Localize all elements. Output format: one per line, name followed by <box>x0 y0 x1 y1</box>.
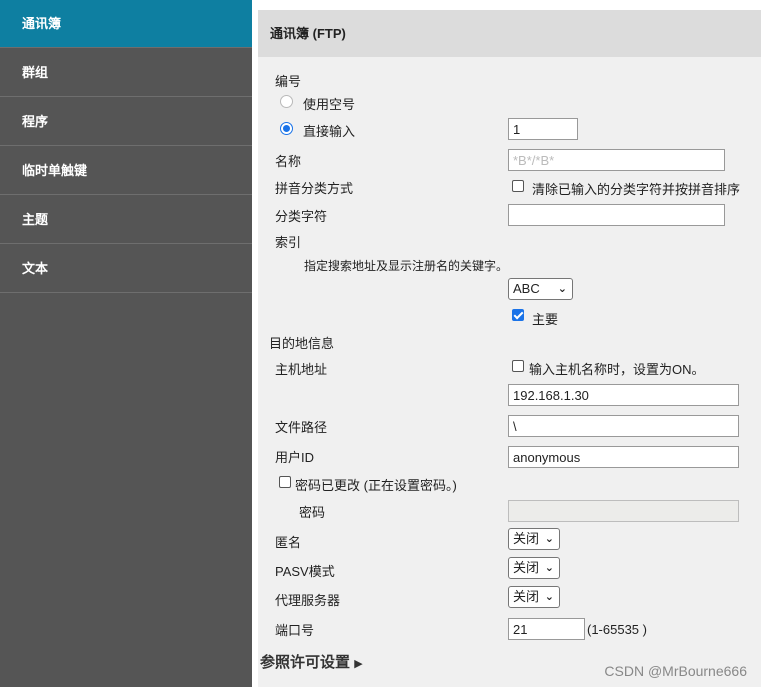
proxy-label: 代理服务器 <box>275 593 341 608</box>
pasv-select[interactable]: 关闭 ⌄ <box>508 557 560 579</box>
chevron-down-icon: ⌄ <box>544 533 554 545</box>
anonymous-select[interactable]: 关闭 ⌄ <box>508 528 560 550</box>
password-changed-checkbox[interactable] <box>279 476 291 488</box>
sidebar-item-one-touch-keys[interactable]: 临时单触键 <box>0 147 252 195</box>
index-hint: 指定搜索地址及显示注册名的关键字。 <box>304 259 509 273</box>
proxy-select-value: 关闭 <box>513 589 540 604</box>
sidebar-item-subject[interactable]: 主题 <box>0 196 252 244</box>
port-input[interactable] <box>508 618 585 640</box>
password-input[interactable] <box>508 500 739 522</box>
main-content: 通讯簿 (FTP) 编号 使用空号 直接输入 名称 拼音分类方式 清除已输入的分… <box>252 0 761 687</box>
pinyin-label: 拼音分类方式 <box>275 181 354 196</box>
chevron-down-icon: ⌄ <box>544 562 554 574</box>
triangle-right-icon: ▶ <box>354 658 363 670</box>
password-label: 密码 <box>299 505 326 520</box>
panel-title: 通讯簿 (FTP) <box>258 10 761 57</box>
reference-permission-link[interactable]: 参照许可设置 ▶ <box>260 651 363 672</box>
clear-and-sort-checkbox[interactable] <box>512 180 524 192</box>
port-range-hint: (1-65535 ) <box>587 622 647 637</box>
direct-input-radio[interactable] <box>280 122 293 135</box>
sidebar-item-programs[interactable]: 程序 <box>0 98 252 146</box>
name-input[interactable] <box>508 149 725 171</box>
pasv-label: PASV模式 <box>275 564 335 579</box>
password-changed-label: 密码已更改 (正在设置密码。) <box>295 478 457 493</box>
user-id-input[interactable] <box>508 446 739 468</box>
index-label: 索引 <box>275 235 302 250</box>
use-empty-number-label: 使用空号 <box>303 97 356 112</box>
anonymous-label: 匿名 <box>275 535 302 550</box>
ftp-form-panel: 通讯簿 (FTP) 编号 使用空号 直接输入 名称 拼音分类方式 清除已输入的分… <box>258 10 761 687</box>
destination-section-label: 目的地信息 <box>269 336 335 351</box>
main-checkbox-label: 主要 <box>532 312 559 327</box>
host-label: 主机地址 <box>275 362 328 377</box>
sidebar-item-address-book[interactable]: 通讯簿 <box>0 0 252 48</box>
direct-input-label: 直接输入 <box>303 124 356 139</box>
use-empty-number-radio[interactable] <box>280 95 293 108</box>
main-checkbox[interactable] <box>512 309 524 321</box>
chevron-down-icon: ⌄ <box>557 283 567 295</box>
reference-permission-label: 参照许可设置 <box>260 654 351 671</box>
index-select[interactable]: ABC ⌄ <box>508 278 573 300</box>
hostname-checkbox[interactable] <box>512 360 524 372</box>
sidebar-item-groups[interactable]: 群组 <box>0 49 252 97</box>
hostname-checkbox-label: 输入主机名称时，设置为ON。 <box>529 362 705 377</box>
sidebar-item-text[interactable]: 文本 <box>0 245 252 293</box>
number-label: 编号 <box>275 74 302 89</box>
host-input[interactable] <box>508 384 739 406</box>
number-input[interactable] <box>508 118 578 140</box>
pasv-select-value: 关闭 <box>513 560 540 575</box>
name-label: 名称 <box>275 154 302 169</box>
watermark: CSDN @MrBourne666 <box>604 663 747 679</box>
anonymous-select-value: 关闭 <box>513 531 540 546</box>
path-label: 文件路径 <box>275 420 328 435</box>
index-select-value: ABC <box>513 281 540 296</box>
path-input[interactable] <box>508 415 739 437</box>
user-id-label: 用户ID <box>275 450 315 465</box>
port-label: 端口号 <box>275 623 315 638</box>
category-label: 分类字符 <box>275 209 328 224</box>
category-input[interactable] <box>508 204 725 226</box>
sidebar: 通讯簿 群组 程序 临时单触键 主题 文本 <box>0 0 252 687</box>
proxy-select[interactable]: 关闭 ⌄ <box>508 586 560 608</box>
chevron-down-icon: ⌄ <box>544 591 554 603</box>
clear-and-sort-label: 清除已输入的分类字符并按拼音排序 <box>532 182 741 197</box>
